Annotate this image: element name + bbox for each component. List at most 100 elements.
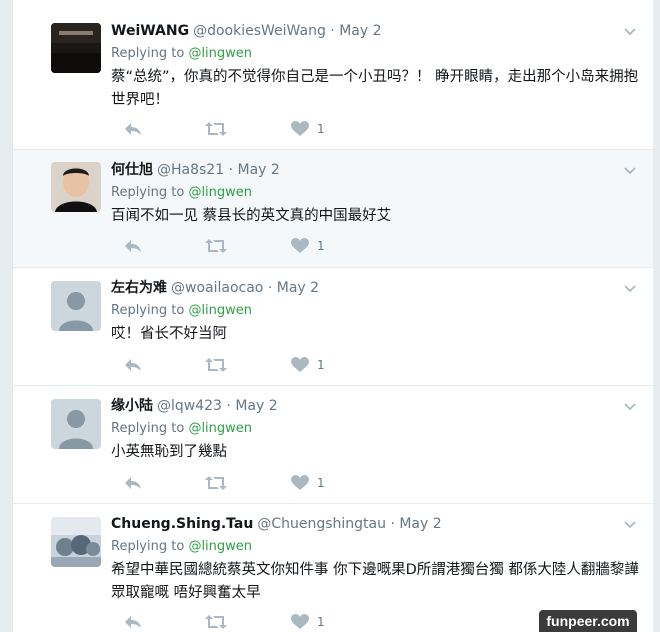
separator-dot: · [330, 23, 335, 39]
tweet-actions: 1 [111, 355, 371, 375]
reply-icon [125, 359, 141, 371]
tweet-date[interactable]: May 2 [235, 398, 277, 414]
reply-button[interactable] [123, 473, 143, 493]
tweet[interactable]: WeiWANG @dookiesWeiWang · May 2 Replying … [13, 0, 653, 150]
reply-icon [125, 477, 141, 489]
tweet-text: 蔡“总统”，你真的不觉得你自己是一个小丑吗？！ 睁开眼睛，走出那个小岛来拥抱世界… [111, 69, 639, 108]
chevron-down-icon[interactable] [623, 518, 637, 532]
chevron-down-icon[interactable] [623, 25, 637, 39]
replying-to-mention[interactable]: @lingwen [188, 539, 252, 554]
replies-timeline: WeiWANG @dookiesWeiWang · May 2 Replying … [12, 0, 654, 632]
tweet-text: 百闻不如一见 蔡县长的英文真的中国最好艾 [111, 208, 392, 224]
tweet-actions: 1 [111, 119, 371, 139]
user-handle[interactable]: @Ha8s21 [157, 162, 224, 178]
display-name[interactable]: 何仕旭 [111, 162, 153, 178]
replying-to-mention[interactable]: @lingwen [188, 421, 252, 436]
avatar-image-icon [51, 517, 101, 567]
retweet-icon [205, 239, 227, 253]
replying-to-mention[interactable]: @lingwen [188, 303, 252, 318]
tweet-text: 希望中華民國總統蔡英文你知件事 你下邊嘅果D所謂港獨台獨 都係大陸人翻牆黎譁眾取… [111, 562, 639, 601]
right-gutter [653, 0, 660, 632]
tweet-text: 小英無恥到了幾點 [111, 444, 227, 460]
like-button[interactable]: 1 [291, 473, 325, 493]
reply-button[interactable] [123, 355, 143, 375]
heart-icon [291, 238, 309, 253]
tweet-header: 缘小陆 @lqw423 · May 2 [111, 397, 278, 415]
tweet-header: WeiWANG @dookiesWeiWang · May 2 [111, 22, 382, 40]
tweet-date[interactable]: May 2 [237, 162, 279, 178]
like-button[interactable]: 1 [291, 119, 325, 139]
retweet-button[interactable] [205, 355, 227, 375]
like-count: 1 [317, 615, 325, 629]
chevron-down-icon[interactable] [623, 164, 637, 178]
retweet-icon [205, 615, 227, 629]
heart-icon [291, 614, 309, 629]
replying-to-label: Replying to [111, 185, 185, 200]
chevron-down-icon[interactable] [623, 282, 637, 296]
replying-to: Replying to @lingwen [111, 185, 252, 201]
like-count: 1 [317, 122, 325, 136]
tweet-header: 何仕旭 @Ha8s21 · May 2 [111, 161, 280, 179]
avatar[interactable] [51, 162, 101, 212]
replying-to-label: Replying to [111, 303, 185, 318]
replying-to: Replying to @lingwen [111, 539, 252, 555]
reply-button[interactable] [123, 236, 143, 256]
reply-button[interactable] [123, 119, 143, 139]
replying-to: Replying to @lingwen [111, 303, 252, 319]
page: WeiWANG @dookiesWeiWang · May 2 Replying … [0, 0, 660, 632]
user-handle[interactable]: @lqw423 [157, 398, 222, 414]
retweet-icon [205, 122, 227, 136]
tweet-actions: 1 [111, 236, 371, 256]
avatar-image-icon [51, 23, 101, 73]
separator-dot: · [267, 280, 273, 296]
replying-to-label: Replying to [111, 46, 185, 61]
like-button[interactable]: 1 [291, 612, 325, 632]
replying-to-label: Replying to [111, 421, 185, 436]
avatar[interactable] [51, 23, 101, 73]
separator-dot: · [390, 516, 395, 532]
user-handle[interactable]: @woailaocao [171, 280, 263, 296]
tweet-date[interactable]: May 2 [339, 23, 381, 39]
watermark: funpeer.com [539, 610, 637, 632]
replying-to: Replying to @lingwen [111, 421, 252, 437]
display-name[interactable]: Chueng.Shing.Tau [111, 516, 253, 532]
replying-to-mention[interactable]: @lingwen [188, 185, 252, 200]
retweet-button[interactable] [205, 612, 227, 632]
tweet-actions: 1 [111, 473, 371, 493]
separator-dot: · [228, 162, 234, 178]
retweet-icon [205, 476, 227, 490]
tweet[interactable]: 左右为难 @woailaocao · May 2 Replying to @lin… [13, 268, 653, 386]
chevron-down-icon[interactable] [623, 400, 637, 414]
replying-to-label: Replying to [111, 539, 185, 554]
reply-icon [125, 123, 141, 135]
separator-dot: · [226, 398, 231, 414]
retweet-button[interactable] [205, 236, 227, 256]
user-handle[interactable]: @dookiesWeiWang [193, 23, 326, 39]
like-button[interactable]: 1 [291, 355, 325, 375]
tweet-header: Chueng.Shing.Tau @Chuengshingtau · May 2 [111, 515, 442, 533]
heart-icon [291, 475, 309, 490]
tweet[interactable]: 何仕旭 @Ha8s21 · May 2 Replying to @lingwen … [13, 150, 653, 268]
retweet-button[interactable] [205, 119, 227, 139]
user-handle[interactable]: @Chuengshingtau [257, 516, 386, 532]
avatar[interactable] [51, 281, 101, 331]
tweet[interactable]: 缘小陆 @lqw423 · May 2 Replying to @lingwen … [13, 386, 653, 504]
avatar[interactable] [51, 399, 101, 449]
tweet-actions: 1 [111, 612, 371, 632]
replying-to-mention[interactable]: @lingwen [188, 46, 252, 61]
avatar[interactable] [51, 517, 101, 567]
retweet-icon [205, 358, 227, 372]
like-count: 1 [317, 476, 325, 490]
reply-button[interactable] [123, 612, 143, 632]
default-avatar-icon [51, 399, 101, 449]
retweet-button[interactable] [205, 473, 227, 493]
reply-icon [125, 616, 141, 628]
like-button[interactable]: 1 [291, 236, 325, 256]
display-name[interactable]: 左右为难 [111, 280, 167, 296]
tweet-date[interactable]: May 2 [399, 516, 441, 532]
reply-icon [125, 240, 141, 252]
display-name[interactable]: WeiWANG [111, 23, 189, 39]
display-name[interactable]: 缘小陆 [111, 398, 153, 414]
heart-icon [291, 357, 309, 372]
tweet-date[interactable]: May 2 [277, 280, 319, 296]
